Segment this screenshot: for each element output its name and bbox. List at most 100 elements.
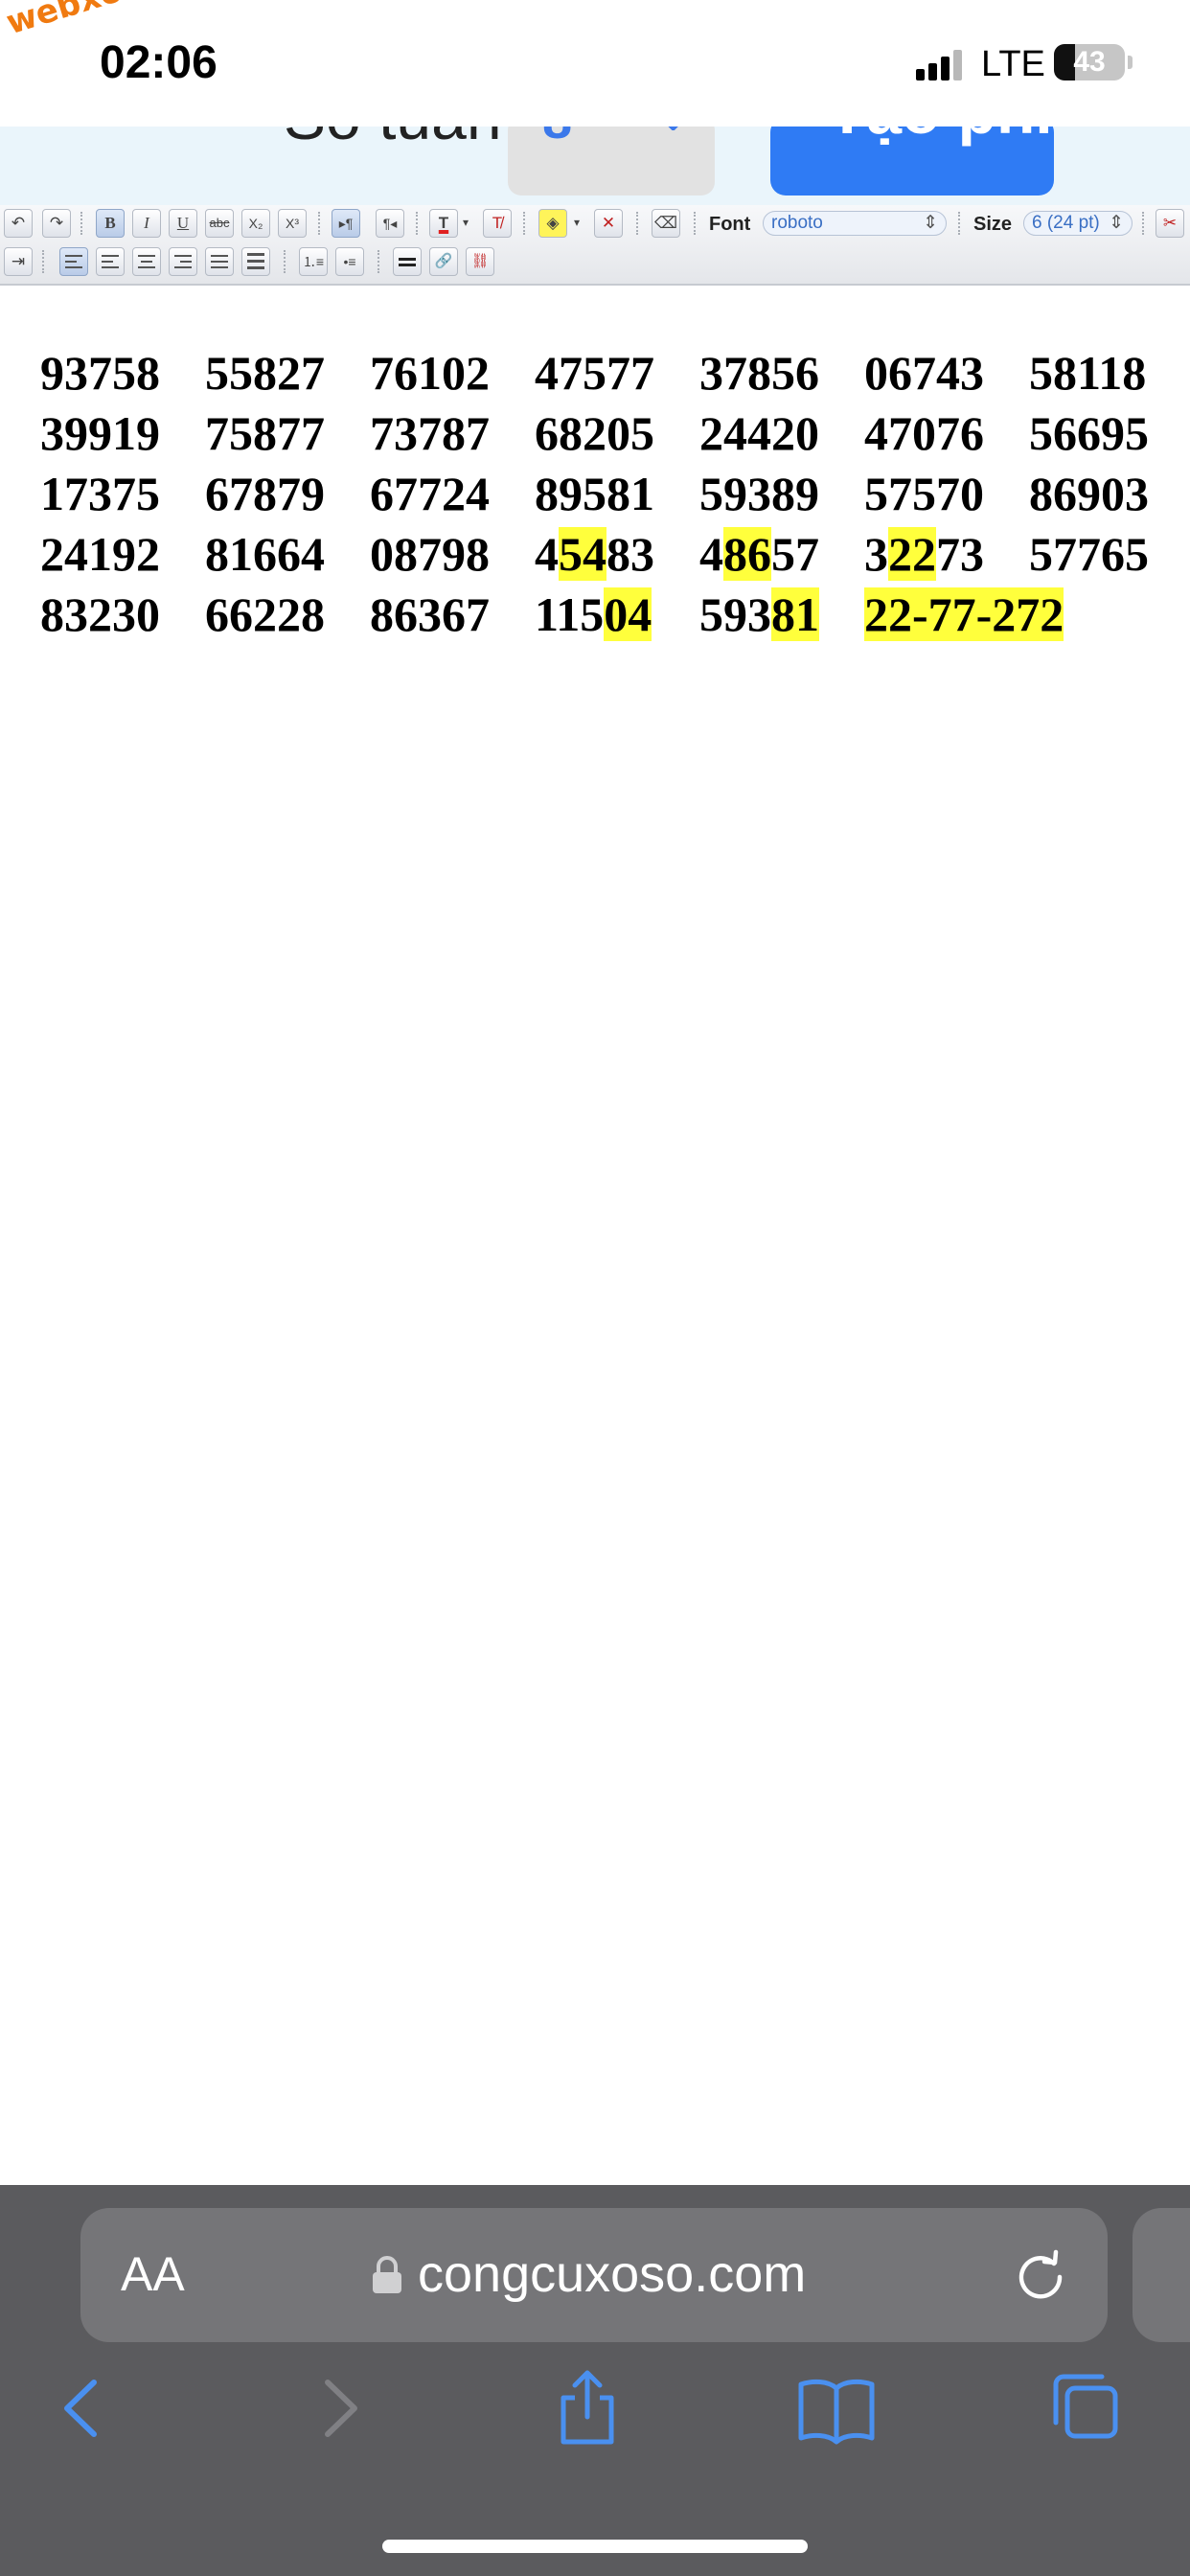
number-grid: 93758 55827 76102 47577 37856 06743 58118 39919… — [40, 343, 1190, 645]
toolbar-separator — [318, 212, 320, 235]
weeks-value: 8 — [542, 126, 572, 150]
toolbar-separator — [284, 250, 286, 273]
forward-icon[interactable] — [297, 2365, 383, 2451]
toolbar-separator — [958, 212, 960, 235]
reload-icon[interactable] — [1012, 2246, 1069, 2304]
size-select[interactable]: 6 (24 pt) ⇕ — [1023, 211, 1133, 236]
chevron-down-icon: ⌄ — [652, 126, 695, 143]
align-justify-icon[interactable] — [205, 247, 234, 276]
numbered-list-icon[interactable]: ⒈≡ — [299, 247, 328, 276]
cut-icon[interactable]: ✂ — [1156, 209, 1184, 238]
toolbar-separator — [416, 212, 418, 235]
link-icon[interactable]: 🔗 — [429, 247, 458, 276]
bullet-list-icon[interactable]: •≡ — [335, 247, 364, 276]
number-cell: 57765 — [1029, 527, 1149, 581]
align-right-icon[interactable] — [169, 247, 197, 276]
highlighted-digits: 04 — [604, 587, 652, 641]
number-cell: 73787 — [370, 406, 490, 460]
strikethrough-button[interactable]: abc — [205, 209, 234, 238]
font-value: roboto — [771, 213, 823, 233]
share-icon[interactable] — [544, 2365, 630, 2451]
text-color-icon[interactable]: T — [429, 209, 458, 238]
status-time: 02:06 — [100, 37, 217, 88]
remove-highlight-icon[interactable]: ✕ — [594, 209, 623, 238]
underline-button[interactable]: U — [169, 209, 197, 238]
number-cell: 47076 — [864, 406, 984, 460]
address-bar[interactable]: AA congcuxoso.com — [80, 2208, 1108, 2342]
number-cell: 39919 — [40, 406, 160, 460]
battery-tip — [1128, 56, 1133, 69]
redo-icon[interactable]: ↷ — [42, 209, 71, 238]
undo-icon[interactable]: ↶ — [4, 209, 33, 238]
unlink-icon[interactable]: ⛓ — [466, 247, 494, 276]
number-cell: 75877 — [205, 406, 325, 460]
browser-bottom-bar: AA congcuxoso.com — [0, 2185, 1190, 2576]
number-cell: 48657 — [699, 527, 819, 581]
number-cell: 86367 — [370, 587, 490, 641]
align-left-icon[interactable] — [59, 247, 88, 276]
number-cell: 86903 — [1029, 467, 1149, 520]
status-bar: webxoso.net 02:06 LTE 43 — [0, 0, 1190, 126]
number-row: 17375 67879 67724 89581 59389 57570 86903 — [40, 464, 1190, 524]
number-cell: 06743 — [864, 346, 984, 400]
font-select[interactable]: roboto ⇕ — [763, 211, 947, 236]
ltr-icon[interactable]: ▸¶ — [332, 209, 360, 238]
indent-icon[interactable]: ⇥ — [4, 247, 33, 276]
number-cell: 83230 — [40, 587, 160, 641]
tabs-icon[interactable] — [1042, 2365, 1129, 2451]
number-cell: 57570 — [864, 467, 984, 520]
align-left-icon[interactable] — [96, 247, 125, 276]
bold-button[interactable]: B — [96, 209, 125, 238]
bookmarks-icon[interactable] — [793, 2365, 880, 2451]
remove-color-icon[interactable]: T̸ — [483, 209, 512, 238]
url-text: congcuxoso.com — [418, 2245, 807, 2303]
number-cell: 67724 — [370, 467, 490, 520]
number-cell: 55827 — [205, 346, 325, 400]
eraser-icon[interactable]: ⌫ — [652, 209, 680, 238]
size-value: 6 (24 pt) — [1032, 213, 1100, 233]
number-cell: 22-77-272 — [864, 585, 1064, 645]
number-row: 83230 66228 86367 11504 59381 22-77-272 — [40, 585, 1190, 645]
number-cell: 66228 — [205, 587, 325, 641]
home-indicator — [382, 2540, 808, 2553]
chevron-updown-icon: ⇕ — [923, 213, 938, 233]
number-cell: 45483 — [535, 527, 654, 581]
number-cell: 08798 — [370, 527, 490, 581]
battery-icon: 43 — [1054, 44, 1125, 80]
align-center-icon[interactable] — [132, 247, 161, 276]
number-cell: 47577 — [535, 346, 654, 400]
chevron-down-icon[interactable]: ▾ — [458, 209, 473, 238]
highlighted-digits: 54 — [559, 527, 606, 581]
chevron-updown-icon: ⇕ — [1109, 213, 1124, 233]
editor-toolbar: ↶ ↷ B I U abc X₂ X³ ▸¶ ¶◂ T ▾ T̸ ◈ ▾ ✕ ⌫… — [0, 205, 1190, 286]
justify-full-icon[interactable] — [241, 247, 270, 276]
toolbar-separator — [42, 250, 44, 273]
number-row: 93758 55827 76102 47577 37856 06743 58118 — [40, 343, 1190, 403]
page-header: Số tuần 8 ⌄ Tạo phí — [0, 126, 1190, 205]
rtl-icon[interactable]: ¶◂ — [376, 209, 404, 238]
next-tab-preview[interactable] — [1133, 2208, 1190, 2342]
number-cell: 37856 — [699, 346, 819, 400]
horizontal-rule-icon[interactable] — [393, 247, 422, 276]
highlight-color-icon[interactable]: ◈ — [538, 209, 567, 238]
toolbar-separator — [694, 212, 696, 235]
reader-options-button[interactable]: AA — [121, 2246, 185, 2302]
number-row: 24192 81664 08798 45483 48657 32273 57765 — [40, 524, 1190, 585]
lock-icon — [373, 2256, 401, 2293]
superscript-button[interactable]: X³ — [278, 209, 307, 238]
create-button[interactable]: Tạo phí — [770, 126, 1054, 196]
toolbar-separator — [80, 212, 82, 235]
number-cell: 24420 — [699, 406, 819, 460]
weeks-select[interactable]: 8 ⌄ — [508, 126, 715, 196]
highlighted-digits: 81 — [771, 587, 819, 641]
number-cell: 11504 — [535, 587, 652, 641]
back-icon[interactable] — [38, 2365, 125, 2451]
subscript-button[interactable]: X₂ — [241, 209, 270, 238]
number-cell: 89581 — [535, 467, 654, 520]
number-cell: 81664 — [205, 527, 325, 581]
chevron-down-icon[interactable]: ▾ — [569, 209, 584, 238]
font-label: Font — [709, 214, 751, 235]
toolbar-separator — [636, 212, 638, 235]
italic-button[interactable]: I — [132, 209, 161, 238]
size-label: Size — [973, 214, 1013, 235]
